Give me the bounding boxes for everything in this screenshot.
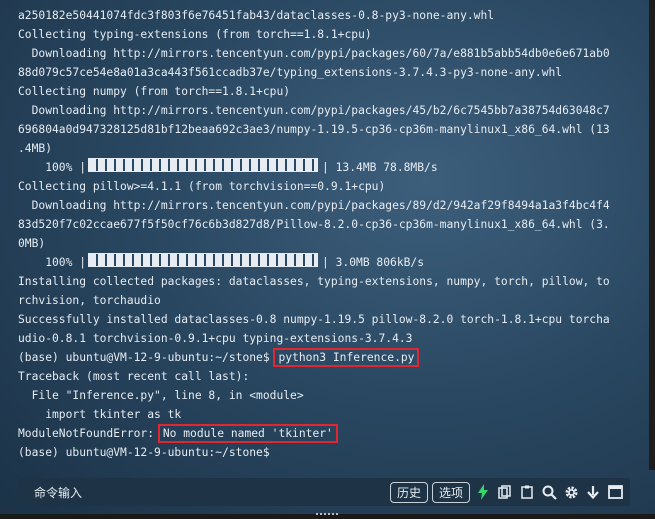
terminal-line: udio-0.8.1 torchvision-0.9.1+cpu typing-… (18, 332, 413, 345)
highlighted-command: python3 Inference.py (273, 348, 420, 367)
terminal-line: Successfully installed dataclasses-0.8 n… (18, 313, 610, 326)
progress-percent: 100% | (18, 256, 87, 269)
paste-icon[interactable] (518, 483, 536, 501)
download-icon[interactable] (584, 483, 602, 501)
terminal-line: Installing collected packages: dataclass… (18, 275, 610, 288)
terminal-line: .4MB) (18, 142, 53, 155)
terminal-line: Collecting numpy (from torch==1.8.1+cpu) (18, 85, 291, 98)
scrollbar[interactable] (649, 0, 655, 470)
error-type: ModuleNotFoundError: (18, 427, 161, 440)
terminal-line: Traceback (most recent call last): (18, 370, 250, 383)
terminal-line: 88d079c57ce54e8a01a3ca443f561ccadb37e/ty… (18, 66, 563, 79)
terminal-line: 0MB) (18, 237, 46, 250)
command-input[interactable]: 命令输入 (34, 484, 82, 501)
copy-icon[interactable] (496, 483, 514, 501)
terminal-line: Collecting typing-extensions (from torch… (18, 28, 372, 41)
terminal-line: 83d520f7c02ccae677f5f50cf76c6b3d827d8/Pi… (18, 218, 610, 231)
shell-prompt: (base) ubuntu@VM-12-9-ubuntu:~/stone$ (18, 351, 277, 364)
options-button[interactable]: 选项 (431, 481, 470, 503)
fullscreen-icon[interactable] (606, 483, 624, 501)
command-toolbar: 命令输入 历史 选项 (18, 478, 630, 506)
search-icon[interactable] (540, 483, 558, 501)
resize-grip[interactable] (316, 513, 338, 515)
toolbar-actions: 历史 选项 (389, 481, 624, 503)
terminal-line: Collecting pillow>=4.1.1 (from torchvisi… (18, 180, 386, 193)
terminal-line: import tkinter as tk (18, 408, 182, 421)
progress-suffix: | 3.0MB 806kB/s (322, 256, 425, 269)
terminal-line: Downloading http://mirrors.tencentyun.co… (18, 199, 610, 212)
terminal-line: File "Inference.py", line 8, in <module> (18, 389, 304, 402)
gear-icon[interactable] (562, 483, 580, 501)
progress-bar (88, 253, 319, 267)
progress-percent: 100% | (18, 161, 87, 174)
bolt-icon[interactable] (474, 483, 492, 501)
history-button[interactable]: 历史 (389, 481, 428, 503)
progress-suffix: | 13.4MB 78.8MB/s (322, 161, 438, 174)
terminal-output[interactable]: a250182e50441074fdc3f803f6e76451fab43/da… (0, 0, 655, 470)
error-line: ModuleNotFoundError: No module named 'tk… (18, 424, 655, 443)
shell-prompt: (base) ubuntu@VM-12-9-ubuntu:~/stone$ (18, 446, 270, 459)
terminal-line: rchvision, torchaudio (18, 294, 161, 307)
prompt-line: (base) ubuntu@VM-12-9-ubuntu:~/stone$ py… (18, 348, 655, 367)
terminal-line: 696804a0d947328125d81bf12beaa692c3ae3/nu… (18, 123, 610, 136)
progress-line: 100% | | 13.4MB 78.8MB/s (18, 158, 655, 177)
highlighted-error-message: No module named 'tkinter' (157, 424, 338, 443)
progress-line: 100% | | 3.0MB 806kB/s (18, 253, 655, 272)
terminal-line: a250182e50441074fdc3f803f6e76451fab43/da… (18, 9, 495, 22)
terminal-line: Downloading http://mirrors.tencentyun.co… (18, 104, 610, 117)
progress-bar (88, 158, 319, 172)
terminal-line: Downloading http://mirrors.tencentyun.co… (18, 47, 610, 60)
